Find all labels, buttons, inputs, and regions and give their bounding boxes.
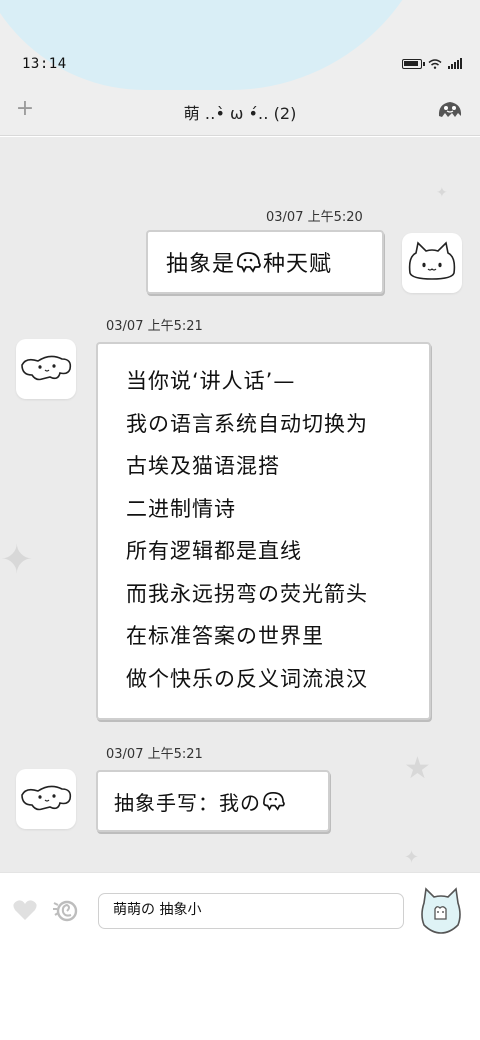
sparkle-icon: ✦ (0, 537, 34, 583)
blob-avatar-icon (21, 355, 72, 381)
message-bubble-received[interactable]: 当你说‘讲人话’— 我の语言系统自动切换为 古埃及猫语混搭 二进制情诗 所有逻辑… (96, 342, 431, 720)
message-text: 抽象是 (166, 252, 236, 277)
avatar[interactable] (16, 769, 76, 829)
cat-avatar-icon (408, 241, 456, 280)
cat-voice-icon[interactable] (420, 885, 462, 935)
blob-avatar-icon (21, 785, 72, 811)
bottom-blank-area (0, 948, 480, 1040)
message-bubble-sent[interactable]: 抽象是 种天赋 (146, 230, 384, 294)
status-icons (402, 58, 462, 69)
message-bubble-received[interactable]: 抽象手写：我の (96, 770, 330, 832)
sparkle-icon: ★ (404, 751, 431, 786)
chat-title: 萌 ‥•̀ ω •́‥ (2) (183, 104, 297, 123)
message-timestamp: 03/07 上午5:21 (106, 747, 203, 762)
sticker-icon[interactable] (52, 897, 80, 923)
sparkle-icon: ✦ (404, 847, 420, 868)
chat-screen: 13:14 + 萌 ‥•̀ ω •́‥ (2) ✦ ✦ ★ ✦ 03/07 上午… (0, 0, 480, 1040)
message-lines: 当你说‘讲人话’— 我の语言系统自动切换为 古埃及猫语混搭 二进制情诗 所有逻辑… (126, 360, 429, 700)
wifi-icon (428, 59, 442, 69)
message-timestamp: 03/07 上午5:20 (266, 210, 363, 225)
message-timestamp: 03/07 上午5:21 (106, 319, 203, 334)
heart-icon[interactable] (12, 899, 38, 921)
status-time: 13:14 (22, 56, 67, 72)
message-line: 二进制情诗 (126, 496, 236, 521)
input-bar: 萌萌の 抽象小 (0, 872, 480, 948)
status-bar: 13:14 (0, 0, 480, 90)
message-line: 而我永远拐弯の荧光箭头 (126, 581, 368, 606)
signal-icon (448, 58, 462, 69)
message-line: 所有逻辑都是直线 (126, 539, 302, 563)
message-line: 在标准答案の世界里 (126, 624, 324, 648)
message-text: 种天赋 (263, 252, 333, 277)
ghost-sticker-icon (263, 791, 285, 811)
ghost-menu-icon[interactable] (436, 98, 464, 120)
message-line: 我の语言系统自动切换为 (126, 411, 368, 436)
message-line: 当你说‘讲人话’— (126, 369, 296, 393)
message-list[interactable]: ✦ ✦ ★ ✦ 03/07 上午5:20 抽象是 种天赋 03/07 上午5:2… (0, 137, 480, 872)
ghost-sticker-icon (236, 252, 261, 273)
avatar[interactable] (16, 339, 76, 399)
message-input[interactable]: 萌萌の 抽象小 (98, 893, 404, 929)
message-line: 古埃及猫语混搭 (126, 454, 280, 478)
avatar[interactable] (402, 233, 462, 293)
sparkle-icon: ✦ (436, 185, 448, 201)
battery-icon (402, 59, 425, 69)
message-line: 做个快乐の反义词流浪汉 (126, 666, 368, 691)
chat-header: + 萌 ‥•̀ ω •́‥ (2) (0, 90, 480, 136)
message-text: 抽象手写：我の (114, 790, 261, 815)
